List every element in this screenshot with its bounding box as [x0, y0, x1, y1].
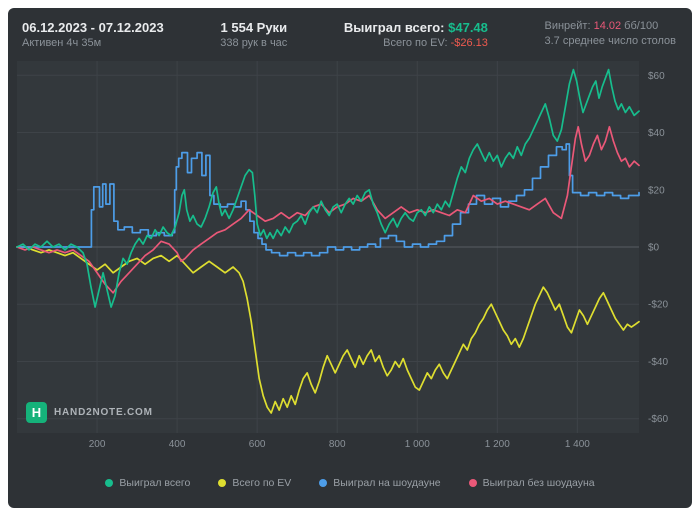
svg-text:$40: $40 — [648, 128, 665, 139]
winrate-value: 14.02 — [593, 20, 622, 32]
winnings-graph: $60 $40 $20 $0 -$20 -$40 -$60 200 400 600 800 1 000… — [16, 61, 668, 450]
svg-text:$20: $20 — [648, 185, 665, 196]
svg-text:$60: $60 — [648, 71, 665, 82]
date-range: 06.12.2023 - 07.12.2023 — [22, 20, 164, 35]
legend-label-ev-total: Всего по EV — [232, 476, 292, 489]
legend-item-won-no-showdown[interactable]: Выиграл без шоудауна — [468, 476, 595, 489]
ev-total-value: -$26.13 — [450, 37, 488, 49]
hands-block: 1 554 Руки 338 рук в час — [220, 19, 287, 51]
legend-item-won-total[interactable]: Выиграл всего — [105, 477, 190, 489]
svg-text:-$60: -$60 — [648, 414, 668, 425]
svg-text:1 400: 1 400 — [565, 439, 590, 450]
svg-text:200: 200 — [89, 439, 106, 450]
svg-text:400: 400 — [169, 439, 186, 450]
svg-text:600: 600 — [249, 439, 266, 450]
date-range-block: 06.12.2023 - 07.12.2023 Активен 4ч 35м — [22, 19, 164, 51]
winrate-unit: бб/100 — [624, 20, 659, 32]
svg-text:-$20: -$20 — [648, 300, 668, 311]
legend-dot-won-showdown-icon — [319, 478, 328, 487]
legend-dot-won-no-showdown-icon — [468, 478, 477, 487]
hands-count: 1 554 Руки — [220, 20, 288, 35]
winrate-block: Винрейт: 14.02 бб/100 3.7 среднее число … — [544, 19, 676, 49]
svg-text:800: 800 — [329, 439, 346, 450]
hand2note-logo-icon: H — [26, 402, 47, 423]
legend-item-won-showdown[interactable]: Выиграл на шоудауне — [319, 476, 441, 489]
legend-item-ev-total[interactable]: Всего по EV — [218, 477, 291, 489]
winnings-block: Выиграл всего: $47.48 Всего по EV: -$26.… — [344, 19, 488, 51]
legend-label-won-no-showdown: Выиграл без шоудауна — [482, 476, 595, 489]
hand2note-logo-text: HAND2NOTE.COM — [54, 407, 153, 418]
avg-tables: 3.7 среднее число столов — [544, 35, 676, 47]
legend-label-won-total: Выиграл всего — [119, 476, 191, 489]
svg-text:-$40: -$40 — [648, 357, 668, 368]
hand2note-logo: H HAND2NOTE.COM — [26, 402, 153, 423]
winrate-label: Винрейт: — [544, 20, 591, 32]
stats-header: 06.12.2023 - 07.12.2023 Активен 4ч 35м 1… — [8, 8, 692, 55]
hands-per-hour: 338 рук в час — [220, 37, 288, 49]
app-window: 06.12.2023 - 07.12.2023 Активен 4ч 35м 1… — [8, 8, 692, 508]
won-total-value: $47.48 — [448, 20, 488, 35]
legend-label-won-showdown: Выиграл на шоудауне — [333, 476, 441, 489]
legend-dot-won-total-icon — [105, 478, 114, 487]
chart-legend: Выиграл всего Всего по EV Выиграл на шоу… — [8, 457, 692, 508]
ev-total-label: Всего по EV: — [383, 37, 448, 49]
svg-text:1 200: 1 200 — [485, 439, 510, 450]
active-time: Активен 4ч 35м — [22, 37, 102, 49]
won-total-label: Выиграл всего: — [343, 20, 445, 35]
svg-text:1 000: 1 000 — [405, 439, 430, 450]
chart-area: $60 $40 $20 $0 -$20 -$40 -$60 200 400 600 800 1 000… — [16, 57, 684, 457]
legend-dot-ev-total-icon — [218, 478, 227, 487]
svg-text:$0: $0 — [648, 243, 660, 254]
